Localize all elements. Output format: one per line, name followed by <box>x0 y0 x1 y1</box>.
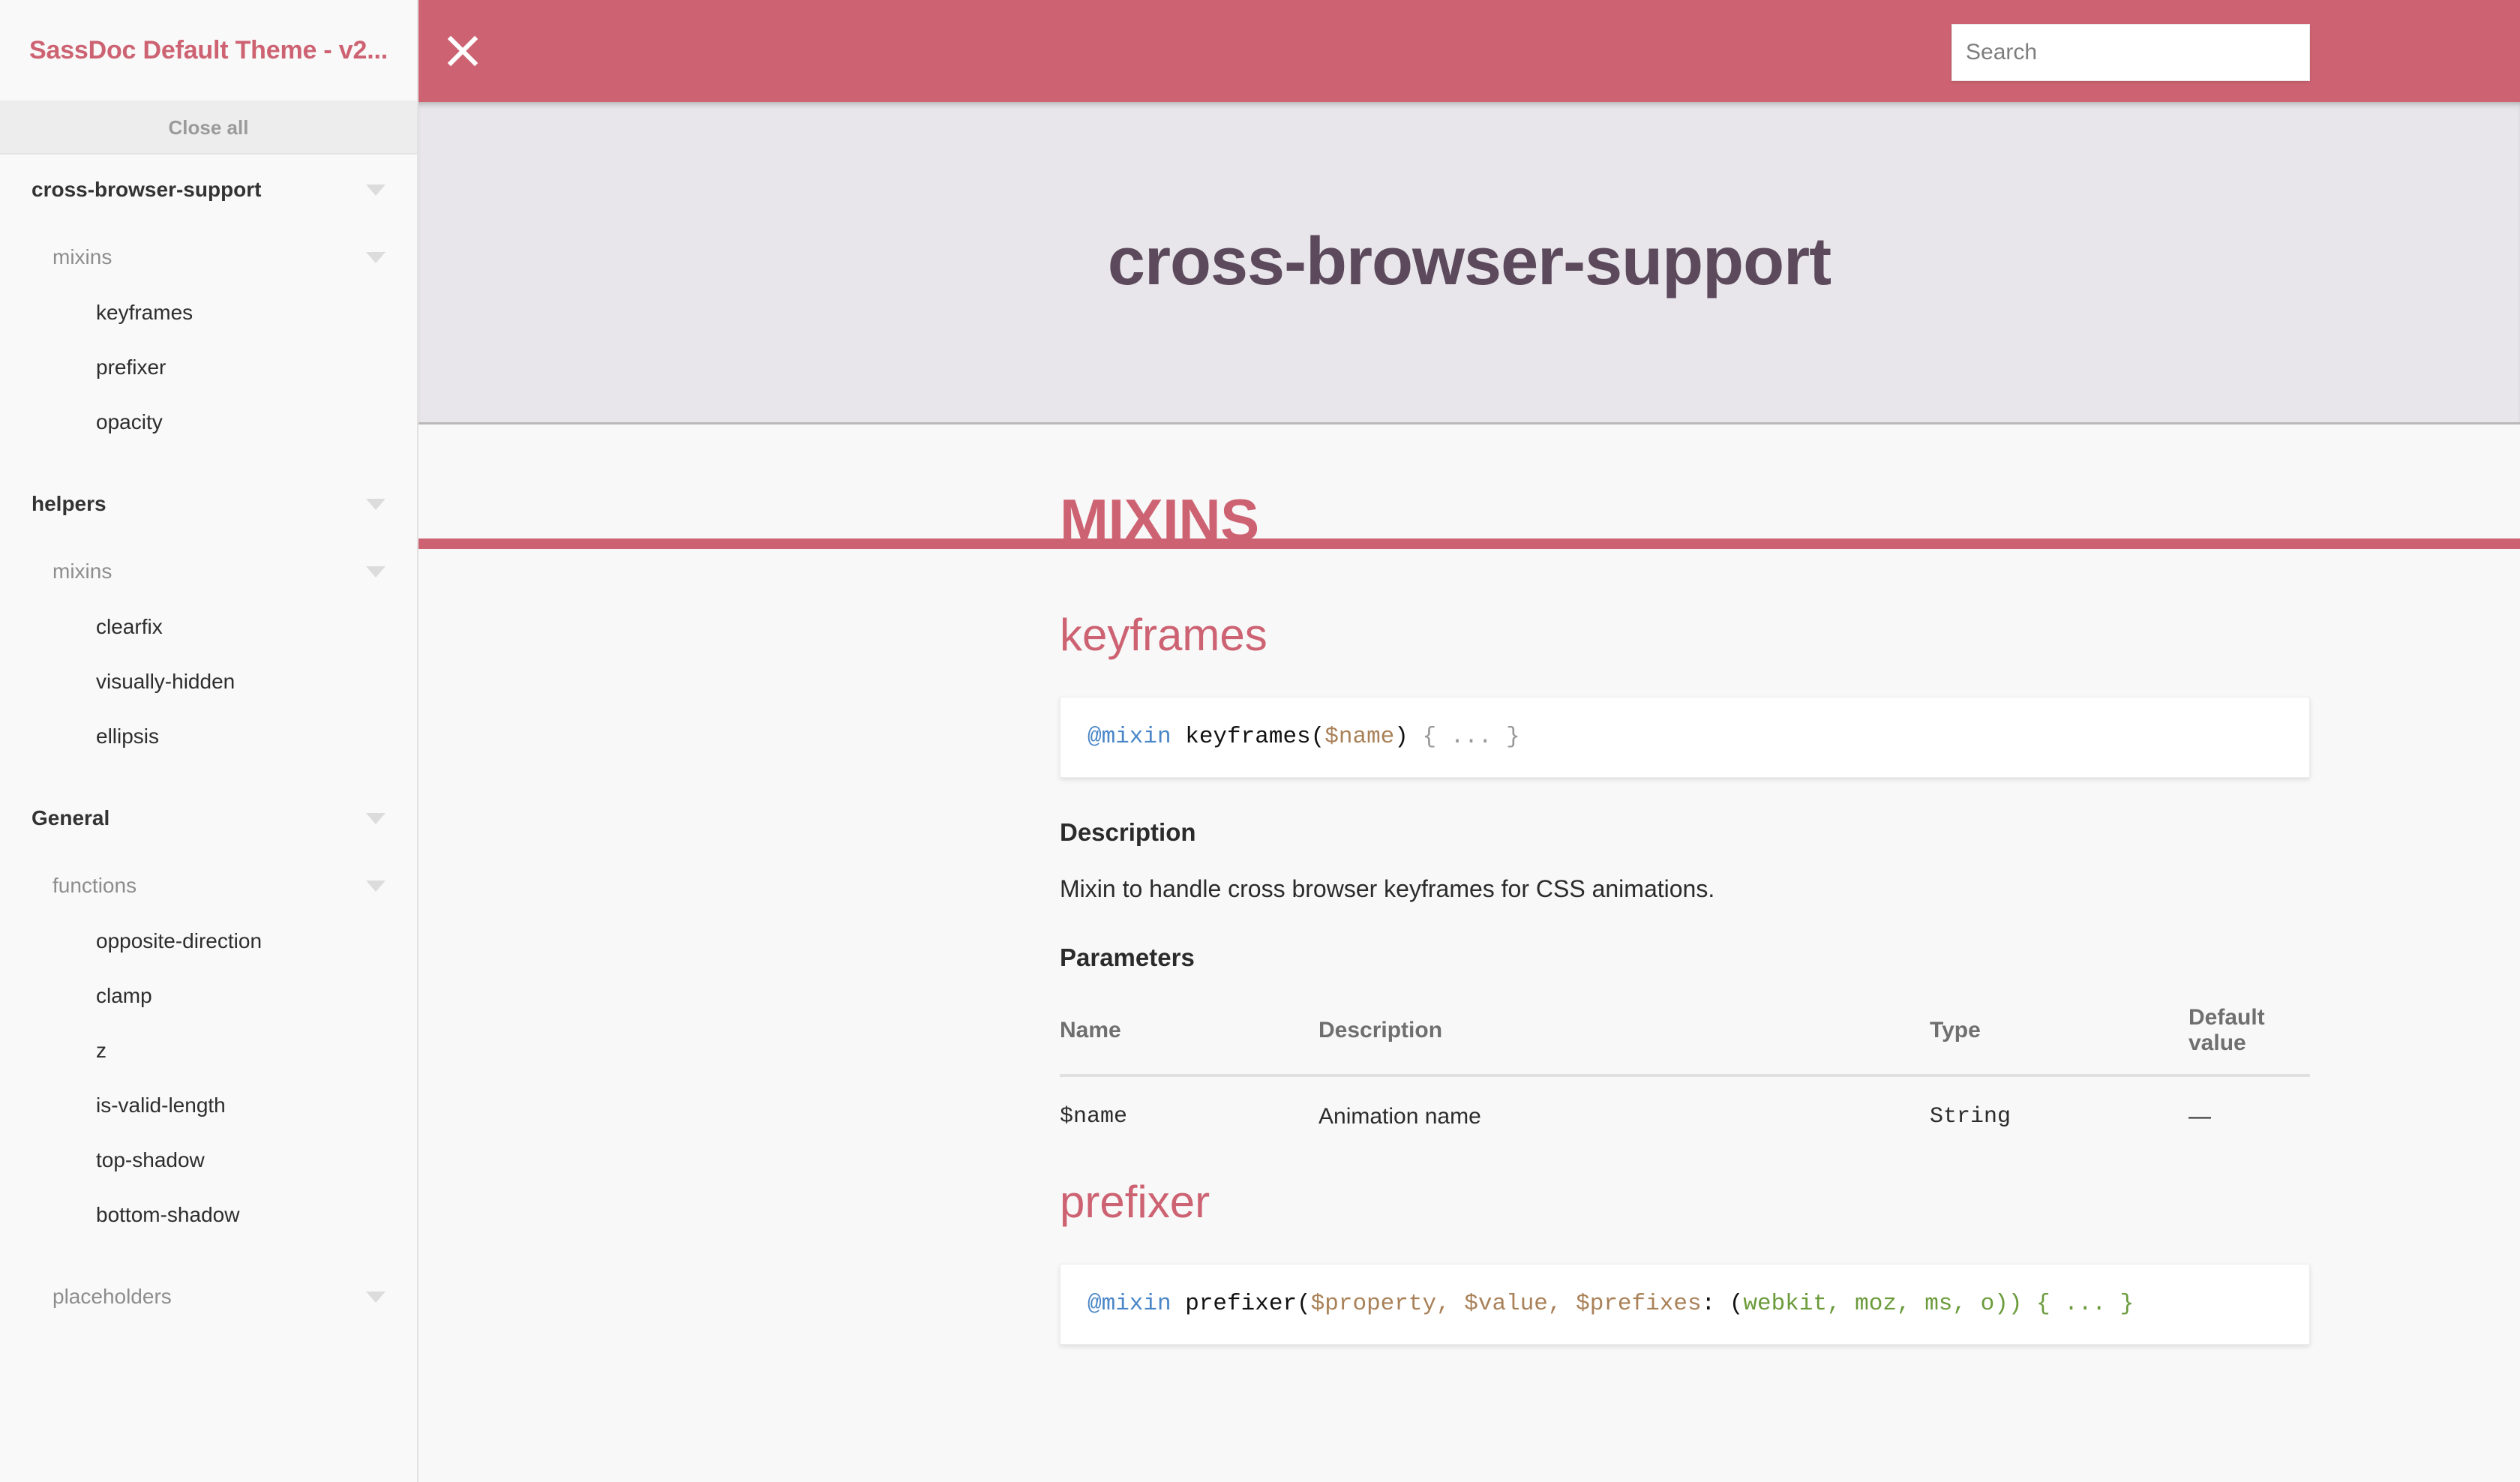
chevron-down-icon <box>366 812 386 824</box>
sidebar-type-label: mixins <box>52 245 112 268</box>
sidebar-item-opposite-direction[interactable]: opposite-direction <box>0 914 417 968</box>
sidebar-header: SassDoc Default Theme - v2... <box>0 0 417 102</box>
sidebar-item-opacity[interactable]: opacity <box>0 394 417 449</box>
sidebar-type-mixins[interactable]: mixins <box>0 544 417 599</box>
section-header: MIXINS <box>418 487 2520 562</box>
code-token-var: $name <box>1324 724 1395 750</box>
sidebar-group-label: General <box>32 806 110 830</box>
sidebar-item-ellipsis[interactable]: ellipsis <box>0 709 417 764</box>
section-title: MIXINS <box>1060 487 1259 553</box>
table-row: $name Animation name String — <box>1060 1076 2310 1130</box>
section-divider <box>418 538 2520 549</box>
cell-param-type: String <box>1930 1103 2012 1130</box>
sidebar-item-clamp[interactable]: clamp <box>0 968 417 1023</box>
close-all-label: Close all <box>168 116 249 139</box>
sidebar-type-mixins[interactable]: mixins <box>0 230 417 285</box>
sidebar-item-top-shadow[interactable]: top-shadow <box>0 1132 417 1187</box>
cell-param-description: Animation name <box>1318 1103 1481 1129</box>
code-token-fn: prefixer( <box>1171 1290 1311 1317</box>
sassdoc-page: SassDoc Default Theme - v2... Close all … <box>0 0 2520 1482</box>
code-token-at: @mixin <box>1088 724 1172 750</box>
item-signature-code: @mixin keyframes($name) { ... } <box>1060 697 2310 778</box>
table-header-row: Name Description Type Default value <box>1060 1004 2310 1077</box>
sidebar-title: SassDoc Default Theme - v2... <box>29 35 388 64</box>
chevron-down-icon <box>366 251 386 263</box>
sidebar-item-bottom-shadow[interactable]: bottom-shadow <box>0 1187 417 1242</box>
sidebar-type-label: functions <box>52 874 137 897</box>
chevron-down-icon <box>366 498 386 510</box>
sidebar-item-is-valid-length[interactable]: is-valid-length <box>0 1078 417 1132</box>
top-bar <box>418 0 2520 102</box>
chevron-down-icon <box>366 566 386 578</box>
sidebar-item-visually-hidden[interactable]: visually-hidden <box>0 654 417 709</box>
chevron-down-icon <box>366 184 386 196</box>
code-token-var: $property, $value, $prefixes <box>1310 1290 1702 1317</box>
close-icon <box>447 35 478 67</box>
sidebar-group-label: cross-browser-support <box>32 178 262 201</box>
sidebar-type-functions[interactable]: functions <box>0 858 417 914</box>
sidebar-group-general[interactable]: General <box>0 790 417 846</box>
main-content: cross-browser-support MIXINS keyframes @… <box>418 0 2520 1482</box>
chevron-down-icon <box>366 880 386 892</box>
search-container <box>1952 24 2310 81</box>
close-sidebar-button[interactable] <box>418 0 507 102</box>
close-all-button[interactable]: Close all <box>0 102 417 154</box>
chevron-down-icon <box>366 1291 386 1303</box>
page-title: cross-browser-support <box>1107 224 1832 299</box>
doc-item-keyframes: keyframes @mixin keyframes($name) { ... … <box>418 609 2520 1130</box>
page-hero: cross-browser-support <box>418 102 2520 424</box>
search-input[interactable] <box>1952 24 2310 81</box>
column-header-description: Description <box>1318 1004 1930 1077</box>
sidebar-type-placeholders[interactable]: placeholders <box>0 1269 417 1324</box>
sidebar-group-label: helpers <box>32 492 106 515</box>
code-token-fn: keyframes( <box>1171 724 1325 750</box>
code-token-tail: ) <box>1394 724 1423 750</box>
item-title: prefixer <box>1060 1176 1210 1227</box>
item-signature-code: @mixin prefixer($property, $value, $pref… <box>1060 1263 2310 1345</box>
code-token-body: { ... } <box>1422 724 1520 750</box>
sidebar-type-label: placeholders <box>52 1285 172 1308</box>
sidebar-item-z[interactable]: z <box>0 1023 417 1078</box>
doc-item-prefixer: prefixer @mixin prefixer($property, $val… <box>418 1176 2520 1345</box>
parameters-table: Name Description Type Default value $nam… <box>1060 1004 2310 1130</box>
cell-param-name: $name <box>1060 1103 1128 1130</box>
sidebar-nav: cross-browser-support mixins keyframes p… <box>0 154 417 1324</box>
sidebar-item-clearfix[interactable]: clearfix <box>0 599 417 654</box>
code-token-tail: : ( <box>1701 1290 1744 1317</box>
sidebar: SassDoc Default Theme - v2... Close all … <box>0 0 418 1482</box>
content-area: MIXINS keyframes @mixin keyframes($name)… <box>418 487 2520 1345</box>
sidebar-item-prefixer[interactable]: prefixer <box>0 340 417 394</box>
sidebar-group-helpers[interactable]: helpers <box>0 476 417 532</box>
code-token-at: @mixin <box>1088 1290 1172 1317</box>
cell-param-default: — <box>2188 1103 2211 1129</box>
parameters-heading: Parameters <box>1060 943 1195 971</box>
sidebar-item-keyframes[interactable]: keyframes <box>0 285 417 340</box>
column-header-name: Name <box>1060 1004 1318 1077</box>
description-text: Mixin to handle cross browser keyframes … <box>1060 874 1715 902</box>
column-header-default: Default value <box>2188 1004 2310 1077</box>
column-header-type: Type <box>1930 1004 2188 1077</box>
sidebar-type-label: mixins <box>52 560 112 583</box>
description-heading: Description <box>1060 818 1196 846</box>
sidebar-group-cross-browser-support[interactable]: cross-browser-support <box>0 162 417 218</box>
item-title: keyframes <box>1060 610 1268 660</box>
code-token-body: webkit, moz, ms, o)) { ... } <box>1743 1290 2134 1317</box>
